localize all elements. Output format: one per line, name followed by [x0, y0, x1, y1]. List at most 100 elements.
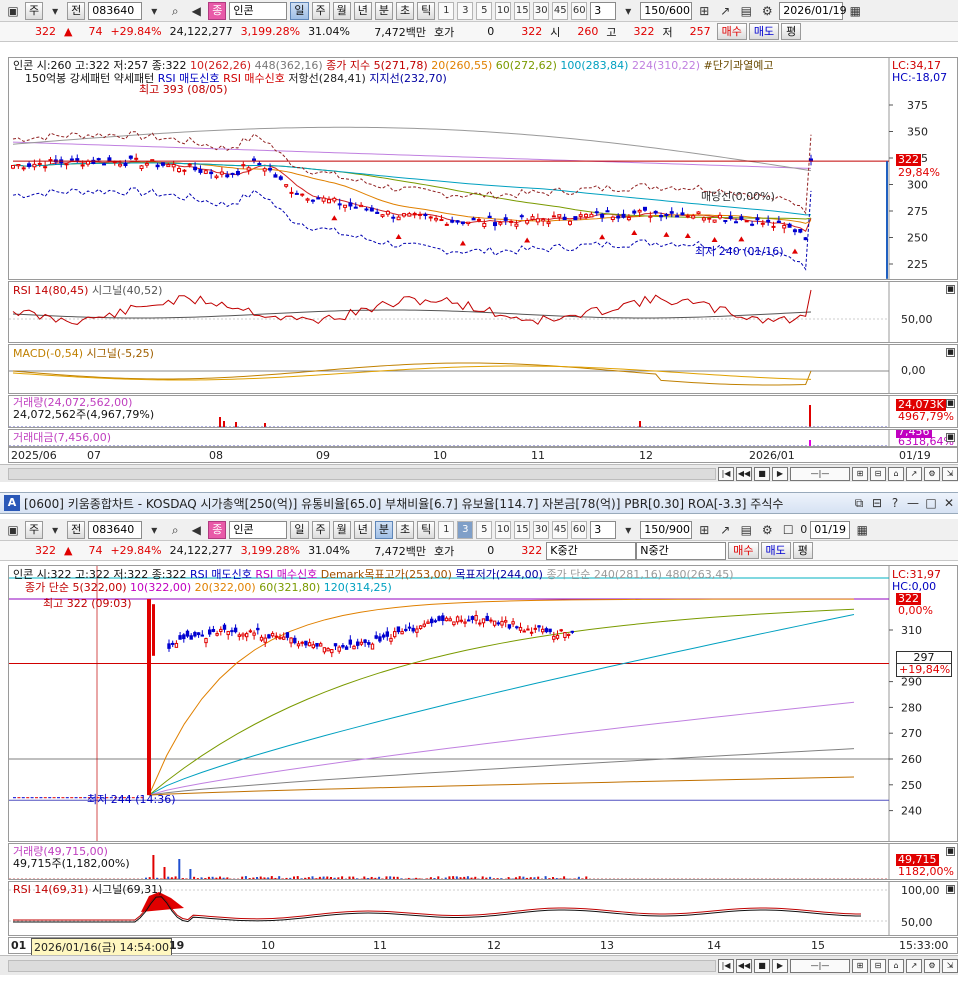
code-dropdown-icon[interactable]: ▾ [145, 2, 163, 20]
zoom-slider[interactable]: —|— [790, 958, 850, 973]
collapse-rsi-icon[interactable]: ■ [946, 885, 955, 894]
zoom-slider[interactable]: —|— [790, 466, 850, 481]
interval-10-button[interactable]: 10 [495, 520, 512, 539]
dropdown-arrow-icon[interactable]: ▾ [46, 521, 64, 539]
save-icon[interactable]: ▤ [737, 2, 755, 20]
period-week-button[interactable]: 주 [311, 520, 330, 539]
code-input[interactable]: 083640 [88, 1, 143, 20]
indicator-icon[interactable]: ⊞ [695, 521, 713, 539]
save-icon[interactable]: ▤ [737, 521, 755, 539]
count-dropdown-icon[interactable]: ▾ [619, 521, 637, 539]
interval-1-button[interactable]: 1 [438, 1, 455, 20]
bottom-scrollbar[interactable] [8, 959, 716, 972]
tool-icon[interactable]: ⚙ [924, 466, 940, 481]
period-year-button[interactable]: 년 [353, 520, 372, 539]
calendar-icon[interactable]: ▦ [846, 2, 864, 20]
stop-icon[interactable]: ■ [754, 958, 770, 973]
more-icon[interactable]: ⇲ [942, 958, 958, 973]
link-icon[interactable]: ⧉ [850, 494, 868, 512]
interval-3-button[interactable]: 3 [457, 520, 474, 539]
gear-icon[interactable]: ⚙ [758, 2, 776, 20]
interval-15-button[interactable]: 15 [514, 520, 531, 539]
collapse-volume-icon[interactable]: ■ [946, 847, 955, 856]
collapse-rsi-icon[interactable]: ■ [946, 285, 955, 294]
sell-button[interactable]: 매도 [760, 542, 791, 559]
buy-button[interactable]: 매수 [716, 23, 747, 40]
top-price-chart[interactable]: 375350325300275250225 인콘 시:260 고:322 저:2… [8, 57, 958, 280]
period-tick-button[interactable]: 틱 [417, 1, 436, 20]
period-minute-button[interactable]: 분 [374, 1, 393, 20]
prev-icon[interactable]: ◀◀ [736, 466, 752, 481]
code-dropdown-icon[interactable]: ▾ [145, 521, 163, 539]
trend-tool-icon[interactable]: ↗ [716, 2, 734, 20]
trend-tool-icon[interactable]: ↗ [716, 521, 734, 539]
stock-name-field[interactable]: 인콘 [229, 520, 288, 539]
top-macd-chart[interactable]: MACD(-0,54) 시그널(-5,25) 0,00 ■ [8, 344, 958, 394]
bottom-price-chart[interactable]: 310 290 280 270 260 250 240 인콘 시:322 고:322 저:3… [8, 565, 958, 842]
stop-icon[interactable]: ■ [754, 466, 770, 481]
eval-button[interactable]: 평 [792, 542, 813, 559]
period-month-button[interactable]: 월 [332, 520, 351, 539]
sound-icon[interactable]: ◀ [187, 521, 205, 539]
period-week-button[interactable]: 주 [311, 1, 330, 20]
checkbox-icon[interactable]: ☐ [779, 521, 797, 539]
period-year-button[interactable]: 년 [353, 1, 372, 20]
first-icon[interactable]: |◀ [718, 466, 734, 481]
zoom-in-icon[interactable]: ⊞ [852, 958, 868, 973]
maximize-icon[interactable]: □ [922, 494, 940, 512]
interval-30-button[interactable]: 30 [533, 520, 550, 539]
count-select[interactable]: 3 [590, 520, 617, 539]
help-icon[interactable]: ? [886, 494, 904, 512]
buy-button[interactable]: 매수 [728, 542, 759, 559]
next-icon[interactable]: ▶ [772, 958, 788, 973]
interval-45-button[interactable]: 45 [552, 520, 569, 539]
count-select[interactable]: 3 [590, 1, 617, 20]
interval-10-button[interactable]: 10 [495, 1, 512, 20]
interval-30-button[interactable]: 30 [533, 1, 550, 20]
collapse-volume-icon[interactable]: ■ [946, 399, 955, 408]
interval-60-button[interactable]: 60 [571, 520, 588, 539]
bottom-volume-chart[interactable]: 거래량(49,715,00) 49,715주(1,182,00%) 49,715… [8, 843, 958, 880]
date-input[interactable]: 01/19 [810, 520, 851, 539]
top-volume-chart[interactable]: 거래량(24,072,562,00) 24,072,562주(4,967,79%… [8, 395, 958, 428]
period-second-button[interactable]: 초 [396, 520, 415, 539]
interval-1-button[interactable]: 1 [438, 520, 455, 539]
minimize-icon[interactable]: — [904, 494, 922, 512]
n-mid-select[interactable]: N중간 [636, 541, 727, 560]
eval-button[interactable]: 평 [781, 23, 802, 40]
zoom-in-icon[interactable]: ⊞ [852, 466, 868, 481]
interval-45-button[interactable]: 45 [552, 1, 569, 20]
stock-name-field[interactable]: 인콘 [229, 1, 288, 20]
scope-button[interactable]: 전 [67, 520, 86, 539]
top-scrollbar[interactable] [8, 467, 716, 480]
prev-icon[interactable]: ◀◀ [736, 958, 752, 973]
search-icon[interactable]: ⌕ [166, 2, 184, 20]
dropdown-arrow-icon[interactable]: ▾ [46, 2, 64, 20]
range-input[interactable]: 150/900 [640, 520, 693, 539]
period-minute-button[interactable]: 분 [374, 520, 393, 539]
close-icon[interactable]: ✕ [940, 494, 958, 512]
layout-icon[interactable]: ▣ [4, 2, 22, 20]
collapse-macd-icon[interactable]: ■ [946, 348, 955, 357]
range-input[interactable]: 150/600 [640, 1, 693, 20]
calendar-icon[interactable]: ▦ [853, 521, 871, 539]
date-input[interactable]: 2026/01/19 [779, 1, 847, 20]
period-tick-button[interactable]: 틱 [417, 520, 436, 539]
top-rsi-chart[interactable]: RSI 14(80,45) 시그널(40,52) 50,00 ■ [8, 281, 958, 343]
sound-icon[interactable]: ◀ [187, 2, 205, 20]
period-day-button[interactable]: 일 [290, 1, 309, 20]
code-input[interactable]: 083640 [88, 520, 143, 539]
more-icon[interactable]: ⇲ [942, 466, 958, 481]
tool-icon[interactable]: ⚙ [924, 958, 940, 973]
layout-icon[interactable]: ▣ [4, 521, 22, 539]
top-amount-chart[interactable]: 거래대금(7,456,00) 7,456 6318,64% ■ [8, 429, 958, 447]
period-month-button[interactable]: 월 [332, 1, 351, 20]
interval-60-button[interactable]: 60 [571, 1, 588, 20]
chart-type-icon[interactable]: ⌂ [888, 958, 904, 973]
type-button[interactable]: 주 [25, 1, 44, 20]
count-dropdown-icon[interactable]: ▾ [619, 2, 637, 20]
interval-5-button[interactable]: 5 [476, 520, 493, 539]
interval-5-button[interactable]: 5 [476, 1, 493, 20]
scope-button[interactable]: 전 [67, 1, 86, 20]
search-icon[interactable]: ⌕ [166, 521, 184, 539]
